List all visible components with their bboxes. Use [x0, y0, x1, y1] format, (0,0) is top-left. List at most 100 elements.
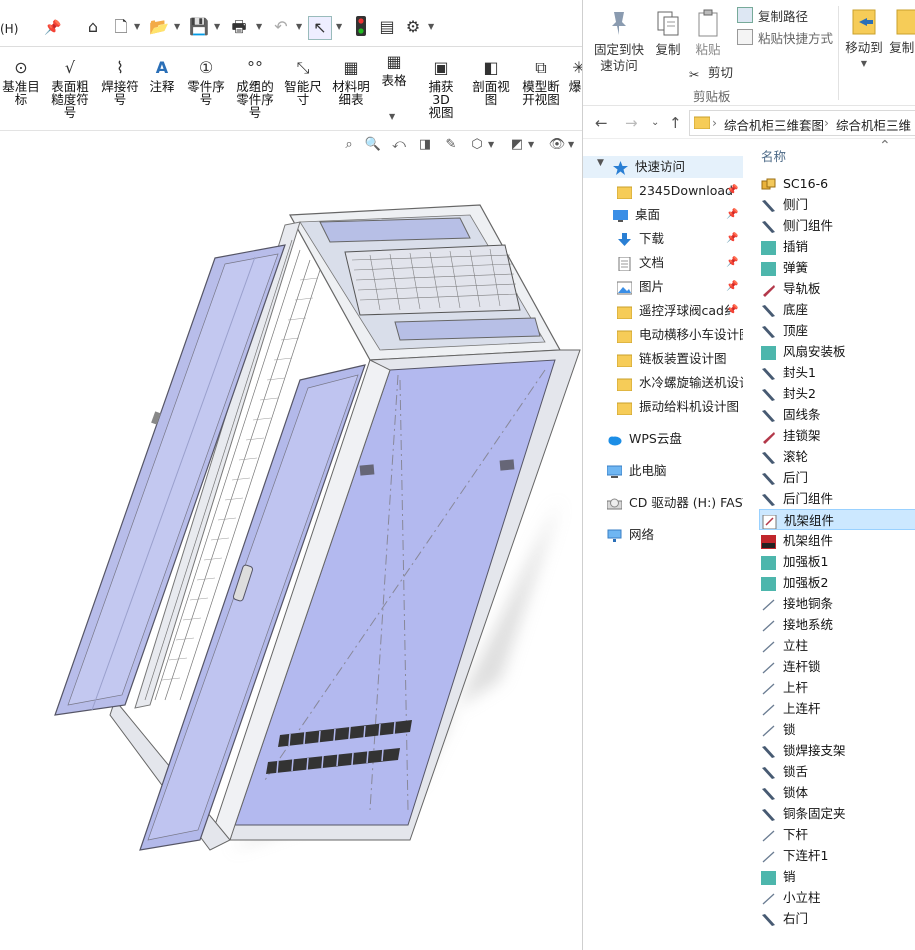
- nav-tree-item[interactable]: 下载 📌: [583, 228, 743, 250]
- breadcrumb-item[interactable]: 综合机柜三维套图: [724, 115, 824, 134]
- nav-tree-item[interactable]: 此电脑: [583, 460, 743, 482]
- view-orientation-icon[interactable]: ⬡: [468, 136, 486, 154]
- nav-tree-item[interactable]: 遥控浮球阀cad纟 📌: [583, 300, 743, 322]
- file-row[interactable]: 固线条: [759, 404, 915, 425]
- nav-tree-item[interactable]: 水冷螺旋输送机设计: [583, 372, 743, 394]
- nav-tree-item[interactable]: 桌面 📌: [583, 204, 743, 226]
- options-dropdown-icon[interactable]: ▼: [428, 22, 436, 31]
- ribbon-button-bom[interactable]: ▦ 材料明 细表: [330, 58, 372, 106]
- section-view-toggle-icon[interactable]: ◨: [416, 136, 434, 154]
- file-row[interactable]: 封头2: [759, 383, 915, 404]
- pin-to-quick-access-button[interactable]: 固定到快 速访问: [589, 8, 649, 74]
- file-row[interactable]: 弹簧: [759, 257, 915, 278]
- save-icon[interactable]: 💾: [188, 16, 210, 38]
- home-icon[interactable]: ⌂: [82, 16, 104, 38]
- dynamic-annotation-icon[interactable]: ✎: [442, 136, 460, 154]
- ribbon-button-weld-symbol[interactable]: ⌇ 焊接符号: [98, 58, 142, 106]
- file-row[interactable]: 接地系统: [759, 614, 915, 635]
- file-row[interactable]: 后门组件: [759, 488, 915, 509]
- hide-show-dropdown-icon[interactable]: ▼: [568, 140, 576, 149]
- open-dropdown-icon[interactable]: ▼: [174, 22, 182, 31]
- paste-button[interactable]: 粘贴: [689, 8, 727, 58]
- print-icon[interactable]: 🖶: [228, 16, 250, 38]
- expand-chevron-icon[interactable]: ▼: [597, 158, 604, 168]
- file-row[interactable]: 导轨板: [759, 278, 915, 299]
- nav-tree-item[interactable]: 快速访问: [583, 156, 743, 178]
- nav-tree-item[interactable]: 链板装置设计图: [583, 348, 743, 370]
- paste-shortcut-button[interactable]: 粘贴快捷方式: [737, 28, 833, 47]
- previous-view-icon[interactable]: ⤺: [390, 136, 408, 154]
- file-row[interactable]: 铜条固定夹: [759, 803, 915, 824]
- file-properties-icon[interactable]: ▤: [376, 16, 398, 38]
- nav-tree-item[interactable]: 文档 📌: [583, 252, 743, 274]
- new-file-icon[interactable]: 🗋: [110, 16, 132, 38]
- file-row[interactable]: 销: [759, 866, 915, 887]
- file-row[interactable]: 上连杆: [759, 698, 915, 719]
- ribbon-button-datum-target[interactable]: ⊙ 基准目标: [0, 58, 42, 106]
- back-arrow-icon[interactable]: ←: [595, 114, 608, 132]
- file-row[interactable]: SC16-6: [759, 173, 915, 194]
- file-row[interactable]: 机架组件: [759, 530, 915, 551]
- file-row[interactable]: 锁体: [759, 782, 915, 803]
- undo-icon[interactable]: ↶: [270, 16, 292, 38]
- file-row[interactable]: 上杆: [759, 677, 915, 698]
- file-row[interactable]: 顶座: [759, 320, 915, 341]
- file-row[interactable]: 锁舌: [759, 761, 915, 782]
- breadcrumb-item[interactable]: 综合机柜三维: [836, 115, 911, 134]
- select-pointer-icon[interactable]: ↖: [308, 16, 332, 40]
- file-row[interactable]: 加强板1: [759, 551, 915, 572]
- nav-tree-item[interactable]: 2345Download 📌: [583, 180, 743, 202]
- file-row[interactable]: 小立柱: [759, 887, 915, 908]
- ribbon-button-note[interactable]: A 注释: [146, 58, 178, 93]
- options-gear-icon[interactable]: ⚙: [402, 16, 424, 38]
- file-row[interactable]: 封头1: [759, 362, 915, 383]
- nav-tree-item[interactable]: 电动横移小车设计图: [583, 324, 743, 346]
- nav-tree-item[interactable]: WPS云盘: [583, 428, 743, 450]
- display-style-dropdown-icon[interactable]: ▼: [528, 140, 536, 149]
- up-arrow-icon[interactable]: ↑: [669, 114, 682, 132]
- ribbon-button-surface-finish[interactable]: √ 表面粗 糙度符号: [48, 58, 92, 119]
- breadcrumb[interactable]: › 综合机柜三维套图 › 综合机柜三维: [689, 110, 915, 136]
- recent-locations-chevron-icon[interactable]: ⌄: [651, 117, 659, 128]
- file-row[interactable]: 后门: [759, 467, 915, 488]
- open-file-icon[interactable]: 📂: [148, 16, 170, 38]
- name-column-header[interactable]: 名称: [761, 146, 786, 165]
- cut-button[interactable]: ✂ 剪切: [689, 62, 733, 82]
- file-row[interactable]: 底座: [759, 299, 915, 320]
- file-row[interactable]: 连杆锁: [759, 656, 915, 677]
- save-dropdown-icon[interactable]: ▼: [214, 22, 222, 31]
- nav-tree-item[interactable]: 网络: [583, 524, 743, 546]
- file-row[interactable]: 插销: [759, 236, 915, 257]
- file-row[interactable]: 接地铜条: [759, 593, 915, 614]
- nav-tree-item[interactable]: 振动给料机设计图: [583, 396, 743, 418]
- display-style-icon[interactable]: ◩: [508, 136, 526, 154]
- ribbon-button-section-view[interactable]: ◧ 剖面视图: [470, 58, 512, 106]
- view-orientation-dropdown-icon[interactable]: ▼: [488, 140, 496, 149]
- file-row[interactable]: 右门: [759, 908, 915, 929]
- zoom-to-fit-icon[interactable]: ⌕: [340, 136, 358, 154]
- print-dropdown-icon[interactable]: ▼: [256, 22, 264, 31]
- ribbon-button-balloon[interactable]: ① 零件序号: [184, 58, 228, 106]
- select-dropdown-icon[interactable]: ▼: [336, 22, 344, 31]
- help-menu[interactable]: (H): [0, 22, 18, 36]
- ribbon-button-broken-out-view[interactable]: ⧉ 模型断 开视图: [518, 58, 564, 106]
- file-row[interactable]: 加强板2: [759, 572, 915, 593]
- cabinet-3d-model[interactable]: [0, 160, 582, 950]
- ribbon-button-auto-balloon[interactable]: °°° 成组的 零件序号: [232, 58, 278, 119]
- file-row[interactable]: 侧门组件: [759, 215, 915, 236]
- file-row[interactable]: 滚轮: [759, 446, 915, 467]
- nav-tree-item[interactable]: CD 驱动器 (H:) FAST: [583, 492, 743, 514]
- file-row[interactable]: 下杆: [759, 824, 915, 845]
- file-row[interactable]: 机架组件: [759, 509, 915, 530]
- copy-path-button[interactable]: 复制路径: [737, 6, 808, 25]
- ribbon-button-exploded-view[interactable]: ✳ 爆: [568, 58, 582, 93]
- forward-arrow-icon[interactable]: →: [625, 114, 638, 132]
- file-row[interactable]: 侧门: [759, 194, 915, 215]
- ribbon-button-table[interactable]: ▦ 表格: [378, 52, 410, 87]
- copy-to-button[interactable]: 复制到: [887, 6, 915, 56]
- file-row[interactable]: 立柱: [759, 635, 915, 656]
- copy-button[interactable]: 复制: [649, 8, 687, 58]
- file-row[interactable]: 锁: [759, 719, 915, 740]
- rebuild-traffic-light-icon[interactable]: [350, 16, 372, 38]
- undo-dropdown-icon[interactable]: ▼: [296, 22, 304, 31]
